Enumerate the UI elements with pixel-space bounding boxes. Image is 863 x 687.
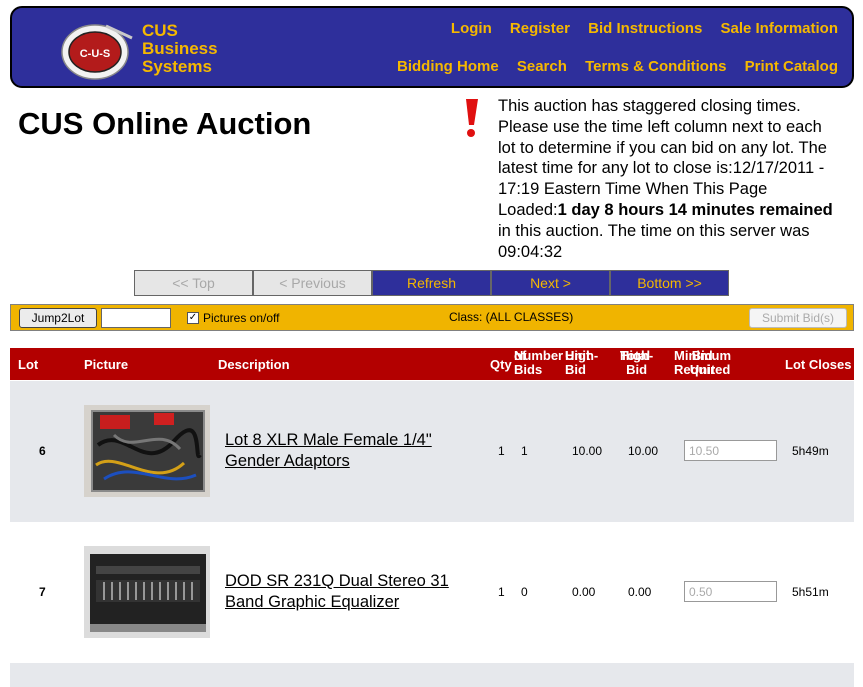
- col-label: High-Bid: [620, 348, 654, 377]
- bid-amount-input[interactable]: 10.50: [684, 440, 777, 461]
- lot-unit-high-bid: 0.00: [572, 585, 596, 599]
- next-button[interactable]: Next >: [491, 270, 610, 296]
- pagination: << Top < Previous Refresh Next > Bottom …: [134, 270, 729, 296]
- cus-logo: C-U-S: [61, 24, 133, 80]
- checkbox-icon[interactable]: ✓: [187, 312, 199, 324]
- nav-register[interactable]: Register: [510, 20, 570, 37]
- lot-total-high-bid: 0.00: [628, 585, 652, 599]
- col-label: High-Bid: [565, 348, 599, 377]
- lot-time-left: 5h51m: [792, 585, 829, 599]
- bottom-button[interactable]: Bottom >>: [610, 270, 729, 296]
- brand-line: CUS: [142, 21, 178, 40]
- jump-to-lot-button[interactable]: Jump2Lot: [19, 308, 97, 328]
- table-row: 6 Lot 8 XLR Male Female 1/4" Gender Adap…: [10, 381, 854, 522]
- lot-number: 6: [39, 444, 46, 458]
- class-filter-label: Class: (ALL CLASSES): [449, 310, 574, 324]
- nav-sale-information[interactable]: Sale Information: [720, 20, 838, 37]
- lot-photo[interactable]: [84, 405, 210, 497]
- nav-terms[interactable]: Terms & Conditions: [585, 58, 726, 75]
- table-row: 7 DOD SR 231Q Dual Stereo 31 Band Graphi…: [10, 522, 854, 663]
- col-label: of Bids: [514, 348, 543, 377]
- lot-total-high-bid: 10.00: [628, 444, 659, 458]
- col-description: Description: [218, 357, 290, 372]
- auction-notice: This auction has staggered closing times…: [498, 96, 838, 262]
- notice-text: in this auction. The time on this server…: [498, 221, 810, 261]
- top-nav: Login Register Bid Instructions Sale Inf…: [437, 20, 838, 37]
- col-lot-closes: Lot Closes: [785, 357, 852, 372]
- nav-print-catalog[interactable]: Print Catalog: [745, 58, 838, 75]
- bottom-nav: Bidding Home Search Terms & Conditions P…: [383, 58, 838, 75]
- notice-time-remaining: 1 day 8 hours 14 minutes remained: [557, 200, 833, 219]
- col-lot: Lot: [18, 357, 39, 372]
- pictures-toggle[interactable]: ✓ Pictures on/off: [187, 311, 280, 325]
- table-row: [10, 663, 854, 687]
- header-banner: C-U-S CUS Business Systems Login Registe…: [10, 6, 854, 88]
- pictures-label: Pictures on/off: [203, 311, 280, 325]
- cables-photo-icon: [84, 405, 210, 497]
- brand-line: Systems: [142, 57, 212, 76]
- bid-amount-input[interactable]: 0.50: [684, 581, 777, 602]
- nav-login[interactable]: Login: [451, 20, 492, 37]
- svg-text:C-U-S: C-U-S: [80, 48, 111, 60]
- brand-line: Business: [142, 39, 218, 58]
- jump-to-lot-input[interactable]: [101, 308, 171, 328]
- exclamation-icon: [466, 99, 478, 137]
- lot-qty: 1: [498, 585, 505, 599]
- equalizer-photo-icon: [84, 546, 210, 638]
- toolbar: Jump2Lot ✓ Pictures on/off Class: (ALL C…: [10, 304, 854, 331]
- nav-bidding-home[interactable]: Bidding Home: [397, 58, 499, 75]
- table-header: Lot Picture Description Qty Number of Bid…: [10, 348, 854, 380]
- lot-unit-high-bid: 10.00: [572, 444, 603, 458]
- page-title: CUS Online Auction: [18, 106, 312, 141]
- previous-button: < Previous: [253, 270, 372, 296]
- lot-description-link[interactable]: DOD SR 231Q Dual Stereo 31 Band Graphic …: [225, 571, 485, 613]
- col-qty: Qty: [490, 357, 512, 372]
- lot-bid-count: 0: [521, 585, 528, 599]
- lot-bid-count: 1: [521, 444, 528, 458]
- refresh-button[interactable]: Refresh: [372, 270, 491, 296]
- brand-name: CUS Business Systems: [142, 22, 218, 76]
- lot-photo[interactable]: [84, 546, 210, 638]
- top-button: << Top: [134, 270, 253, 296]
- lot-description-link[interactable]: Lot 8 XLR Male Female 1/4" Gender Adapto…: [225, 430, 485, 472]
- nav-search[interactable]: Search: [517, 58, 567, 75]
- col-label: Bid Required: [674, 348, 731, 377]
- lot-qty: 1: [498, 444, 505, 458]
- col-picture: Picture: [84, 357, 129, 372]
- submit-bids-button: Submit Bid(s): [749, 308, 847, 328]
- lot-time-left: 5h49m: [792, 444, 829, 458]
- lot-number: 7: [39, 585, 46, 599]
- nav-bid-instructions[interactable]: Bid Instructions: [588, 20, 702, 37]
